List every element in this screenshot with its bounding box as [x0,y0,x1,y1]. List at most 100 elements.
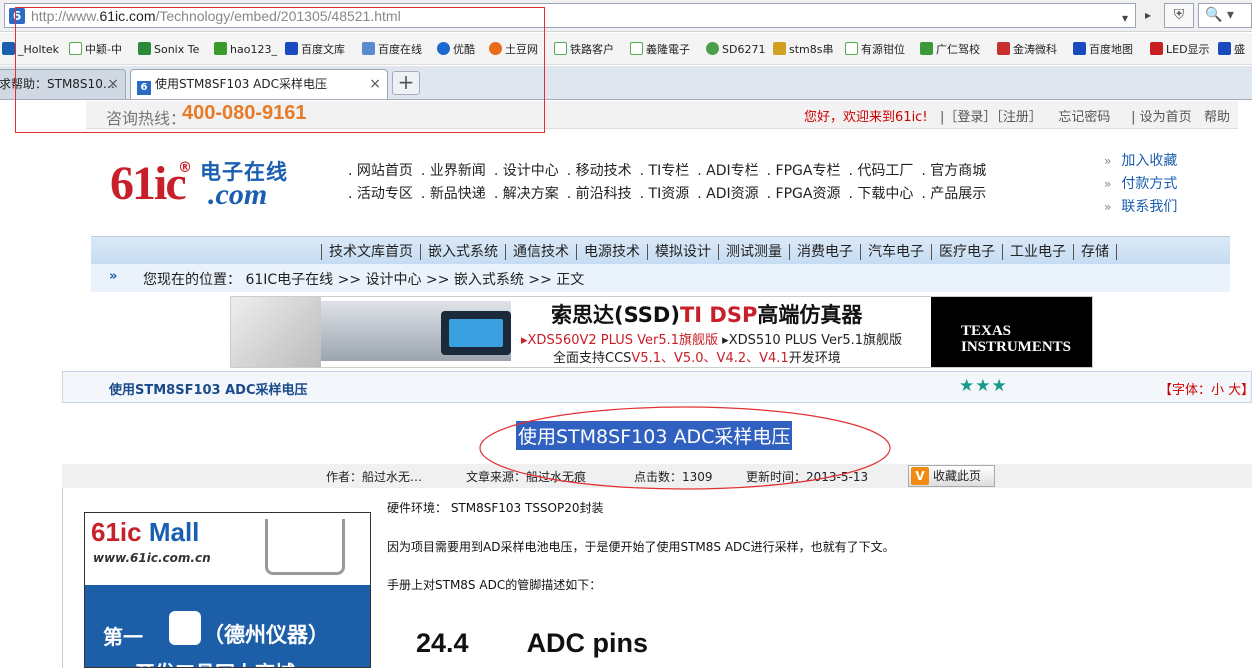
bookmark-item[interactable]: 盛 [1218,41,1245,59]
menu-item[interactable]: 业界新闻 [421,163,486,179]
bookmark-icon [706,42,719,55]
menu-item[interactable]: FPGA资源 [767,186,841,202]
category-item[interactable]: 嵌入式系统 [420,244,505,260]
double-arrow-icon: » [1104,177,1112,191]
paragraph: 硬件环境： STM8SF103 TSSOP20封装 [387,501,604,515]
bookmark-item[interactable]: 百度地图 [1073,41,1133,59]
page-icon [554,42,567,55]
logo-registered: ® [178,160,192,176]
add-favorite-link[interactable]: » 加入收藏 [1104,150,1177,170]
font-size-control[interactable]: 【字体：小 大】 [1159,379,1252,398]
banner-device-image [441,311,511,355]
paragraph: 手册上对STM8S ADC的管脚描述如下： [387,578,602,592]
double-arrow-icon: » [1104,154,1112,168]
bookmark-icon [2,42,15,55]
rating-stars-icon: ★★★ [959,376,1008,396]
menu-item[interactable]: FPGA专栏 [767,163,841,179]
mall-ad-line-2: （德州仪器） [203,623,329,647]
paragraph: 因为项目需要用到AD采样电池电压，于是便开始了使用STM8S ADC进行采样，也… [387,540,895,554]
banner-line-3: 全面支持CCSV5.1、V5.0、V4.2、V4.1开发环境 [553,351,841,366]
bookmark-icon [1150,42,1163,55]
category-item[interactable]: 电源技术 [576,244,647,260]
menu-item[interactable]: 新品快递 [421,186,486,202]
menu-item[interactable]: TI资源 [640,186,690,202]
help-link[interactable]: 帮助 [1204,110,1230,125]
menu-item[interactable]: 解决方案 [494,186,559,202]
article-bar-title: 使用STM8SF103 ADC采样电压 [109,383,308,398]
set-homepage-link[interactable]: | 设为首页 [1131,110,1192,125]
category-item[interactable]: 技术文库首页 [321,244,420,260]
shield-icon[interactable]: ⛨ [1164,3,1194,28]
annotation-rectangle [15,7,545,133]
bookmark-icon [920,42,933,55]
banner-title: 索思达(SSD)TI DSP高端仿真器 [551,303,863,327]
url-dropdown-icon[interactable]: ▾ [1115,8,1135,28]
category-item[interactable]: 模拟设计 [647,244,718,260]
category-item[interactable]: 汽车电子 [860,244,931,260]
ti-logo-icon [169,611,201,645]
go-forward-icon[interactable]: ▸ [1138,5,1158,25]
page-icon [845,42,858,55]
mall-ad-url: www.61ic.com.cn [93,551,211,565]
bookmark-icon [773,42,786,55]
search-box[interactable]: 🔍 ▾ [1198,3,1252,28]
banner-hand-image [231,297,321,367]
breadcrumb: » 您现在的位置： 61IC电子在线 >> 设计中心 >> 嵌入式系统 >> 正… [91,264,1230,292]
welcome-text: 您好，欢迎来到61ic! [804,110,928,125]
menu-item[interactable]: 网站首页 [348,163,413,179]
breadcrumb-text[interactable]: 您现在的位置： 61IC电子在线 >> 设计中心 >> 嵌入式系统 >> 正文 [143,269,584,289]
menu-item[interactable]: 代码工厂 [848,163,913,179]
main-menu-row-1: 网站首页业界新闻设计中心移动技术 TI专栏 ADI专栏 FPGA专栏代码工厂官方商城 [348,160,994,180]
bookmark-item[interactable]: 铁路客户 [554,41,614,59]
contact-us-link[interactable]: » 联系我们 [1104,196,1177,216]
bookmark-item[interactable]: 有源钳位 [845,41,905,59]
menu-item[interactable]: 官方商城 [921,163,986,179]
section-heading: 24.4 ADC pins [416,628,649,658]
user-links: 您好，欢迎来到61ic! |［登录］［注册］ 忘记密码 | 设为首页 帮助 [804,106,1230,125]
category-item[interactable]: 存储 [1073,244,1117,260]
article-author: 作者：船过水无… [326,470,423,484]
category-item[interactable]: 医疗电子 [931,244,1002,260]
payment-method-link[interactable]: » 付款方式 [1104,173,1177,193]
bookmark-item[interactable]: 广仁驾校 [920,41,980,59]
forgot-password-link[interactable]: 忘记密码 [1058,110,1110,125]
article-title-bar: 使用STM8SF103 ADC采样电压 ★★★ 【字体：小 大】 [62,371,1252,403]
menu-item[interactable]: 前沿科技 [567,186,632,202]
menu-item[interactable]: 活动专区 [348,186,413,202]
bookmark-item[interactable]: 金涛微科 [997,41,1057,59]
logo-61ic: 61ic [110,157,187,210]
category-item[interactable]: 通信技术 [505,244,576,260]
category-item[interactable]: 测试测量 [718,244,789,260]
menu-item[interactable]: 下载中心 [848,186,913,202]
menu-item[interactable]: TI专栏 [640,163,690,179]
ad-banner[interactable]: 索思达(SSD)TI DSP高端仿真器 ▸XDS560V2 PLUS Ver5.… [230,296,1093,368]
category-item[interactable]: 工业电子 [1002,244,1073,260]
page-icon [630,42,643,55]
bookmark-item[interactable]: SD6271 [706,41,765,59]
baidu-paw-icon [1218,42,1231,55]
menu-item[interactable]: ADI专栏 [697,163,758,179]
menu-item[interactable]: 产品展示 [921,186,986,202]
favorite-v-icon: V [911,467,929,485]
category-item[interactable]: 消费电子 [789,244,860,260]
bookmark-item[interactable]: LED显示 [1150,41,1210,59]
mall-ad-title: 61ic Mall [91,517,200,547]
shopping-cart-icon [265,519,345,575]
main-menu-row-2: 活动专区新品快递解决方案前沿科技 TI资源 ADI资源 FPGA资源下载中心产品展示 [348,183,994,203]
bookmark-item[interactable]: stm8s串 [773,41,834,59]
login-register-link[interactable]: |［登录］［注册］ [940,110,1042,125]
texas-instruments-logo: TEXAS INSTRUMENTS [931,297,1092,367]
menu-item[interactable]: 设计中心 [494,163,559,179]
bookmark-icon [997,42,1010,55]
menu-item[interactable]: 移动技术 [567,163,632,179]
favorite-page-button[interactable]: V 收藏此页 [908,465,995,487]
double-arrow-icon: » [109,269,118,284]
annotation-ellipse [479,406,891,490]
menu-item[interactable]: ADI资源 [697,186,758,202]
mall-ad[interactable]: 61ic Mall www.61ic.com.cn 第一 （德州仪器） 开发工具… [84,512,371,668]
category-nav: 技术文库首页 嵌入式系统 通信技术 电源技术 模拟设计 测试测量 消费电子 汽车电子 医疗电子工… [91,236,1230,264]
mall-ad-line-1: 第一 [103,625,143,649]
bookmark-item[interactable]: 義隆電子 [630,41,690,59]
double-arrow-icon: » [1104,200,1112,214]
site-logo[interactable]: 61ic ® 电子在线 .com [110,150,320,212]
